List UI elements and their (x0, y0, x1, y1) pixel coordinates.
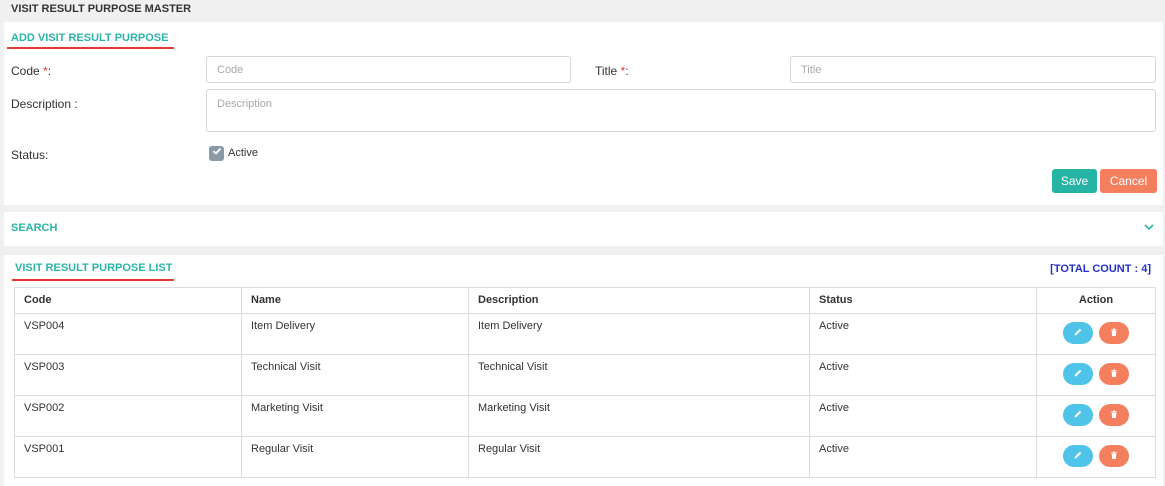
search-panel[interactable]: SEARCH (4, 212, 1163, 246)
status-active-label[interactable]: Active (228, 147, 258, 159)
table-header-row: Code Name Description Status Action (14, 287, 1156, 314)
add-form-card: ADD VISIT RESULT PURPOSE Code *: Title *… (4, 22, 1163, 205)
pencil-icon (1074, 369, 1082, 377)
description-label: Description : (11, 97, 78, 111)
pencil-icon (1074, 451, 1082, 459)
delete-button[interactable] (1098, 404, 1129, 426)
edit-button[interactable] (1063, 363, 1094, 385)
column-header-name[interactable]: Name (241, 287, 469, 314)
delete-button[interactable] (1098, 445, 1129, 467)
cancel-button[interactable]: Cancel (1100, 169, 1157, 193)
status-label: Status: (11, 148, 49, 162)
trash-icon (1110, 451, 1117, 460)
cell-description: Technical Visit (468, 354, 810, 396)
cell-status: Active (809, 395, 1037, 437)
cell-name: Marketing Visit (241, 395, 469, 437)
cell-code: VSP001 (14, 436, 242, 478)
edit-button[interactable] (1063, 322, 1094, 344)
cell-action (1036, 313, 1156, 355)
pencil-icon (1074, 328, 1082, 336)
chevron-down-icon[interactable] (1143, 221, 1155, 233)
column-header-description[interactable]: Description (468, 287, 810, 314)
cell-code: VSP004 (14, 313, 242, 355)
cell-action (1036, 395, 1156, 437)
table-row: VSP004 Item Delivery Item Delivery Activ… (14, 313, 1156, 355)
cell-description: Marketing Visit (468, 395, 810, 437)
cell-action (1036, 354, 1156, 396)
add-form-heading-underline (7, 47, 174, 49)
cell-code: VSP002 (14, 395, 242, 437)
cell-name: Regular Visit (241, 436, 469, 478)
cell-action (1036, 436, 1156, 478)
cell-description: Item Delivery (468, 313, 810, 355)
checkmark-icon (212, 147, 221, 155)
table-row: VSP002 Marketing Visit Marketing Visit A… (14, 395, 1156, 437)
list-heading-underline (12, 279, 174, 281)
search-heading[interactable]: SEARCH (11, 222, 57, 234)
column-header-action: Action (1036, 287, 1156, 314)
delete-button[interactable] (1098, 363, 1129, 385)
table-row: VSP001 Regular Visit Regular Visit Activ… (14, 436, 1156, 478)
title-label: Title *: (595, 64, 629, 78)
delete-button[interactable] (1098, 322, 1129, 344)
purpose-table: Code Name Description Status Action VSP0… (14, 287, 1156, 478)
add-form-heading: ADD VISIT RESULT PURPOSE (11, 32, 169, 44)
page-title: VISIT RESULT PURPOSE MASTER (11, 3, 192, 15)
status-active-checkbox[interactable] (209, 146, 224, 161)
description-input[interactable] (206, 89, 1156, 132)
list-card: VISIT RESULT PURPOSE LIST [TOTAL COUNT :… (4, 255, 1163, 486)
table-row: VSP003 Technical Visit Technical Visit A… (14, 354, 1156, 396)
cell-name: Item Delivery (241, 313, 469, 355)
trash-icon (1110, 328, 1117, 337)
save-button[interactable]: Save (1052, 169, 1097, 193)
cell-status: Active (809, 354, 1037, 396)
column-header-code[interactable]: Code (14, 287, 242, 314)
column-header-status[interactable]: Status (809, 287, 1037, 314)
cell-status: Active (809, 436, 1037, 478)
code-input[interactable] (206, 56, 571, 83)
pencil-icon (1074, 410, 1082, 418)
code-label: Code *: (11, 64, 52, 78)
list-heading: VISIT RESULT PURPOSE LIST (15, 262, 173, 274)
cell-status: Active (809, 313, 1037, 355)
edit-button[interactable] (1063, 445, 1094, 467)
trash-icon (1110, 369, 1117, 378)
trash-icon (1110, 410, 1117, 419)
cell-name: Technical Visit (241, 354, 469, 396)
title-input[interactable] (790, 56, 1156, 83)
cell-code: VSP003 (14, 354, 242, 396)
cell-description: Regular Visit (468, 436, 810, 478)
total-count: [TOTAL COUNT : 4] (1050, 263, 1151, 275)
edit-button[interactable] (1063, 404, 1094, 426)
